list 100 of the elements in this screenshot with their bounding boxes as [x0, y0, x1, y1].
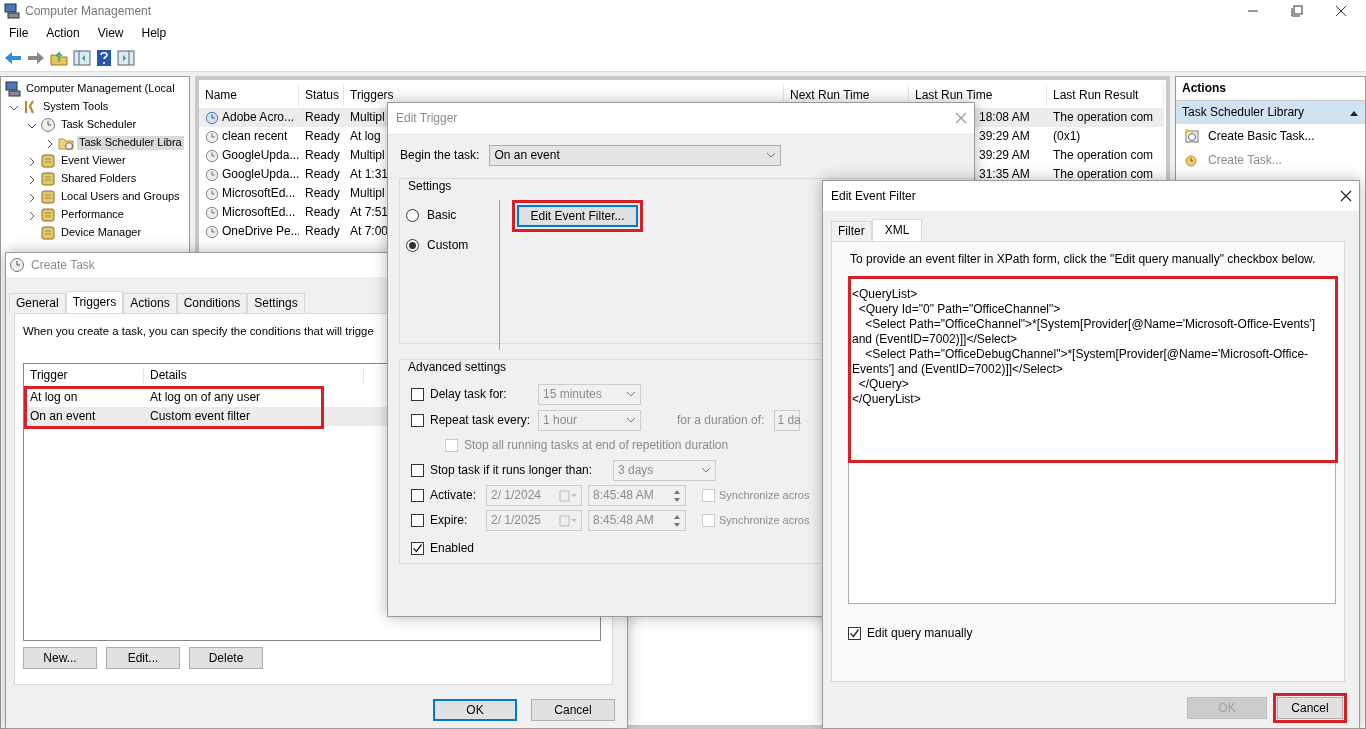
- table-cell: Ready: [305, 167, 340, 182]
- checkbox[interactable]: [411, 514, 424, 527]
- expand-chevron-icon[interactable]: [45, 138, 55, 148]
- spinner-icon: [673, 513, 681, 528]
- task-name[interactable]: GoogleUpda...: [222, 167, 299, 182]
- task-name[interactable]: GoogleUpda...: [222, 148, 299, 163]
- tree-item-icon: [40, 117, 56, 133]
- clock-icon: [205, 224, 219, 239]
- checkbox-label: Synchronize acros: [719, 488, 810, 503]
- table-cell: Ready: [305, 205, 340, 220]
- table-cell: Ready: [305, 148, 340, 163]
- pane-toggle-icon[interactable]: [73, 49, 91, 66]
- tree-item[interactable]: Task Scheduler Libra: [77, 136, 184, 150]
- column-header[interactable]: Trigger: [24, 367, 144, 383]
- tab[interactable]: Triggers: [65, 291, 124, 313]
- expand-chevron-icon[interactable]: [27, 174, 37, 184]
- window-title: Computer Management: [25, 3, 152, 19]
- radio-label: Basic: [427, 207, 457, 223]
- back-arrow-icon[interactable]: [4, 49, 22, 66]
- clock-icon: [205, 205, 219, 220]
- tree-item-icon: [40, 225, 56, 241]
- xml-field[interactable]: <QueryList> <Query Id="0" Path="OfficeChannel"> <Select Path="OfficeChannel">*[System[Provider[@Name='Microsoft-Office-Events'] and (EventID=7002)]]</Select> <Select Path="OfficeDebugChannel">*[System[Provider[@Name='Microsoft-Office-Events'] and (EventID=7002)]]</Select> </Query> </QueryList>: [848, 276, 1336, 604]
- expand-chevron-icon[interactable]: [27, 156, 37, 166]
- table-cell: At 7:00: [350, 224, 389, 239]
- clock-icon: [205, 186, 219, 201]
- tree-item[interactable]: Performance: [59, 208, 126, 222]
- close-icon[interactable]: [1339, 189, 1353, 203]
- table-cell: Multipl: [350, 186, 385, 201]
- action-link[interactable]: Create Basic Task...: [1208, 128, 1315, 144]
- tree-item-icon: [58, 135, 74, 151]
- table-cell: 39:29 AM: [979, 148, 1030, 163]
- checkbox[interactable]: [411, 489, 424, 502]
- column-header[interactable]: Last Run Result: [1047, 85, 1164, 106]
- button[interactable]: Edit...: [106, 647, 180, 670]
- tree-item[interactable]: Device Manager: [59, 226, 144, 240]
- section-header[interactable]: Task Scheduler Library: [1176, 101, 1365, 124]
- tab[interactable]: Actions: [123, 293, 177, 313]
- tree-item[interactable]: Event Viewer: [59, 154, 128, 168]
- window-title: Edit Event Filter: [831, 188, 916, 204]
- checkbox-label: Synchronize acros: [719, 513, 810, 528]
- expand-chevron-icon[interactable]: [27, 210, 37, 220]
- tab[interactable]: Settings: [247, 293, 305, 313]
- checkbox-label: Edit query manually: [867, 625, 973, 641]
- folder-up-icon[interactable]: [50, 49, 68, 66]
- pane-toggle-icon[interactable]: [117, 49, 135, 66]
- spinner-icon: [673, 488, 681, 503]
- table-cell: Multipl: [350, 148, 385, 163]
- tree-item-icon: [5, 81, 21, 97]
- button[interactable]: Edit Event Filter...: [517, 205, 638, 227]
- checkbox[interactable]: [411, 463, 424, 477]
- menu-item[interactable]: View: [88, 25, 133, 41]
- checkbox[interactable]: [848, 626, 861, 640]
- expand-chevron-icon[interactable]: [27, 192, 37, 202]
- tree-item[interactable]: Task Scheduler: [59, 118, 139, 132]
- menu-item[interactable]: File: [0, 25, 38, 41]
- task-icon: [1184, 152, 1200, 168]
- checkbox-label: Expire:: [430, 513, 469, 528]
- close-icon[interactable]: [1334, 4, 1348, 18]
- tab[interactable]: General: [9, 293, 66, 313]
- tab[interactable]: XML: [871, 219, 923, 241]
- help-icon[interactable]: [96, 49, 112, 66]
- button[interactable]: OK: [433, 699, 517, 721]
- table-cell: Ready: [305, 110, 340, 125]
- checkbox[interactable]: [411, 387, 424, 401]
- task-name[interactable]: clean recent: [222, 129, 288, 144]
- tree-item-icon: [40, 171, 56, 187]
- table-cell: The operation com: [1053, 148, 1154, 163]
- tree-item[interactable]: Shared Folders: [59, 172, 139, 186]
- button[interactable]: Cancel: [531, 699, 615, 721]
- task-name[interactable]: OneDrive Pe...: [222, 224, 299, 239]
- menu-item[interactable]: Help: [132, 25, 176, 41]
- table-cell: Ready: [305, 186, 340, 201]
- task-name[interactable]: MicrosoftEd...: [222, 205, 296, 220]
- tree-item[interactable]: Computer Management (Local: [24, 82, 177, 96]
- table-cell: Multipl: [350, 110, 385, 125]
- forward-arrow-icon[interactable]: [27, 49, 45, 66]
- table-cell: At log: [350, 129, 381, 144]
- radio-button[interactable]: [406, 208, 419, 222]
- table-cell: The operation com: [1053, 167, 1154, 182]
- tree-item[interactable]: Local Users and Groups: [59, 190, 182, 204]
- maximize-icon[interactable]: [1290, 4, 1304, 18]
- radio-button[interactable]: [406, 238, 419, 252]
- chevron-icon: [626, 417, 636, 423]
- checkbox-label: Delay task for:: [430, 386, 508, 402]
- clock-icon: [205, 110, 219, 125]
- button[interactable]: Cancel: [1277, 697, 1343, 719]
- checkbox[interactable]: [411, 541, 424, 555]
- button[interactable]: Delete: [189, 647, 263, 670]
- tab[interactable]: Conditions: [176, 293, 248, 313]
- button[interactable]: New...: [23, 647, 97, 670]
- task-name[interactable]: MicrosoftEd...: [222, 186, 296, 201]
- tab[interactable]: Filter: [831, 221, 872, 241]
- column-header[interactable]: Status: [299, 85, 344, 106]
- dropdown[interactable]: On an event: [489, 144, 782, 166]
- tree-item[interactable]: System Tools: [41, 100, 111, 114]
- menu-item[interactable]: Action: [37, 25, 89, 41]
- column-header[interactable]: Details: [144, 367, 364, 383]
- column-header[interactable]: Name: [199, 85, 299, 106]
- clock-icon: [205, 167, 219, 182]
- checkbox[interactable]: [411, 413, 424, 427]
